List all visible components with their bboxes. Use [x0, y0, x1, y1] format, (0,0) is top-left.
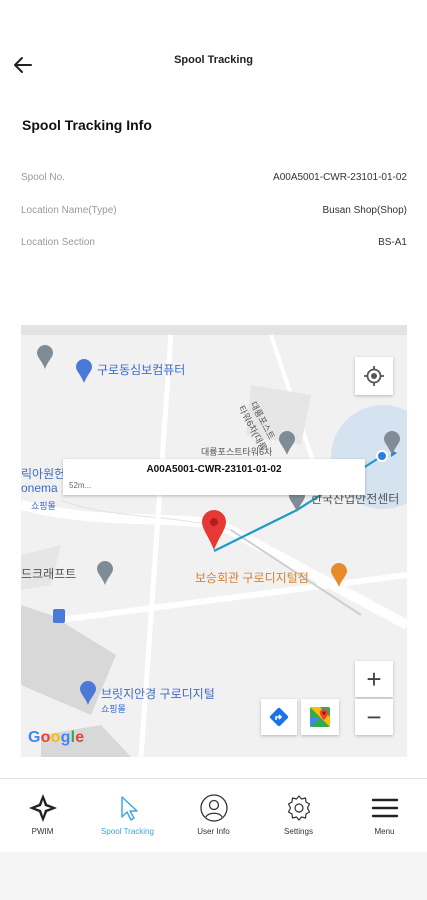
header: Spool Tracking — [0, 40, 427, 88]
open-google-maps-button[interactable] — [301, 699, 339, 735]
map-label: 쇼핑몰 — [101, 704, 126, 714]
map-label: 브릿지안경 구로디지털 — [101, 687, 215, 701]
bottom-navigation: PWIM Spool Tracking User Info Settings M… — [0, 778, 427, 852]
nav-item-settings[interactable]: Settings — [256, 791, 341, 849]
google-logo: Google — [28, 729, 85, 746]
user-icon — [200, 794, 228, 822]
info-label: Spool No. — [21, 172, 65, 183]
nav-label: Menu — [374, 827, 395, 836]
info-window-title: A00A5001-CWR-23101-01-02 — [146, 464, 282, 475]
info-value: A00A5001-CWR-23101-01-02 — [273, 172, 407, 183]
my-location-button[interactable] — [355, 357, 393, 395]
marker-info-window[interactable]: A00A5001-CWR-23101-01-02 52m... — [63, 459, 365, 495]
nav-item-spool-tracking[interactable]: Spool Tracking — [85, 791, 170, 849]
google-maps-icon — [310, 707, 330, 727]
pwim-logo-icon — [29, 794, 57, 822]
nav-label: PWIM — [31, 827, 54, 836]
nav-item-menu[interactable]: Menu — [342, 791, 427, 849]
map-view[interactable]: 구로동심보컴퓨터 대륭포스트 타워6차(대륭 대륭포스트타워6차 한국산업안전센… — [21, 325, 407, 757]
app-screen: Spool Tracking Spool Tracking Info Spool… — [0, 0, 427, 852]
page-title: Spool Tracking — [174, 54, 253, 66]
info-row-location-name: Location Name(Type) Busan Shop(Shop) — [21, 205, 407, 223]
gear-icon — [287, 795, 311, 821]
info-row-spool-no: Spool No. A00A5001-CWR-23101-01-02 — [21, 172, 407, 190]
nav-item-pwim[interactable]: PWIM — [0, 791, 85, 849]
directions-icon — [269, 707, 289, 727]
map-label: 릭아원헌 — [21, 467, 66, 481]
crosshair-icon — [364, 366, 384, 386]
info-value: Busan Shop(Shop) — [322, 205, 407, 216]
nav-label: Spool Tracking — [101, 827, 154, 836]
map-label: 대륭포스트타워6차 — [201, 447, 273, 457]
map-label: onema — [21, 481, 58, 495]
nav-label: Settings — [284, 827, 313, 836]
map-label: 보승회관 구로디지털점 — [195, 571, 309, 585]
nav-item-user-info[interactable]: User Info — [171, 791, 256, 849]
info-label: Location Name(Type) — [21, 205, 117, 216]
map-label: 구로동심보컴퓨터 — [97, 363, 186, 377]
info-window-distance: 52m... — [69, 481, 92, 490]
section-title: Spool Tracking Info — [22, 117, 152, 133]
info-row-location-section: Location Section BS-A1 — [21, 237, 407, 255]
zoom-out-button[interactable]: − — [355, 699, 393, 735]
map-label: 드크래프트 — [21, 567, 77, 581]
directions-button[interactable] — [261, 699, 297, 735]
info-value: BS-A1 — [378, 237, 407, 248]
nav-label: User Info — [197, 827, 230, 836]
cursor-icon — [121, 796, 138, 821]
menu-icon — [371, 798, 399, 818]
map-label: 쇼핑몰 — [31, 501, 56, 511]
info-label: Location Section — [21, 237, 95, 248]
zoom-in-button[interactable]: + — [355, 661, 393, 697]
